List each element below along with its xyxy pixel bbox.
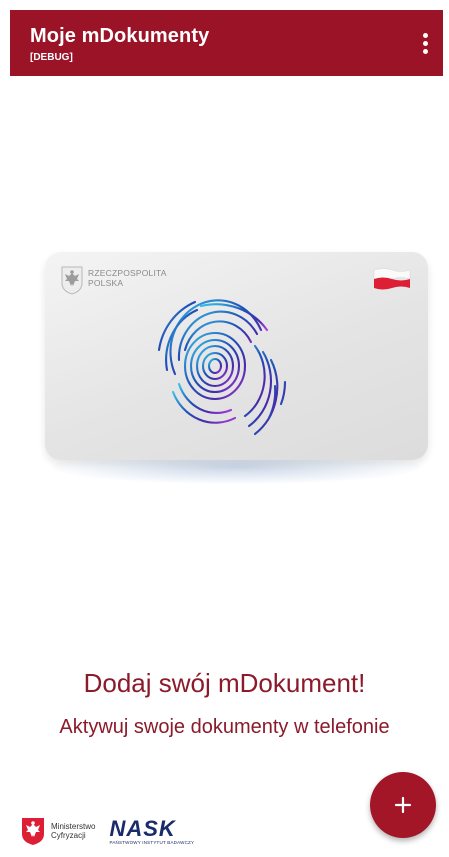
polish-eagle-icon xyxy=(61,266,83,295)
app-title: Moje mDokumenty xyxy=(30,25,210,47)
nask-logo: NASK PAŃSTWOWY INSTYTUT BADAWCZY xyxy=(109,815,195,845)
plus-icon xyxy=(394,796,412,814)
more-vert-icon[interactable] xyxy=(413,28,437,58)
ministry-name: Ministerstwo Cyfryzacji xyxy=(51,822,95,840)
ministry-line-1: Ministerstwo xyxy=(51,822,96,831)
nask-name: NASK xyxy=(109,815,176,841)
issuer-line-1: RZECZPOSPOLITA xyxy=(88,268,167,278)
polish-flag-icon xyxy=(373,268,411,290)
issuer-line-2: POLSKA xyxy=(88,278,124,288)
issuer-text: RZECZPOSPOLITA POLSKA xyxy=(88,268,167,288)
empty-state-subtitle: Aktywuj swoje dokumenty w telefonie xyxy=(59,716,390,738)
footer-logos: Ministerstwo Cyfryzacji NASK PAŃSTWOWY I… xyxy=(20,815,194,847)
app-subtitle: [DEBUG] xyxy=(30,52,73,63)
screen: Moje mDokumenty [DEBUG] RZECZPOSPOLITA P… xyxy=(0,0,449,857)
add-document-button[interactable] xyxy=(370,772,436,838)
document-card: RZECZPOSPOLITA POLSKA xyxy=(45,252,428,460)
document-card-illustration: RZECZPOSPOLITA POLSKA xyxy=(45,252,428,492)
ministry-emblem-icon xyxy=(22,818,44,845)
ministry-line-2: Cyfryzacji xyxy=(51,831,86,840)
empty-state-headline: Dodaj swój mDokument! xyxy=(83,668,366,698)
fingerprint-icon xyxy=(157,299,287,436)
app-bar: Moje mDokumenty [DEBUG] xyxy=(10,10,443,76)
nask-tagline: PAŃSTWOWY INSTYTUT BADAWCZY xyxy=(109,839,195,845)
